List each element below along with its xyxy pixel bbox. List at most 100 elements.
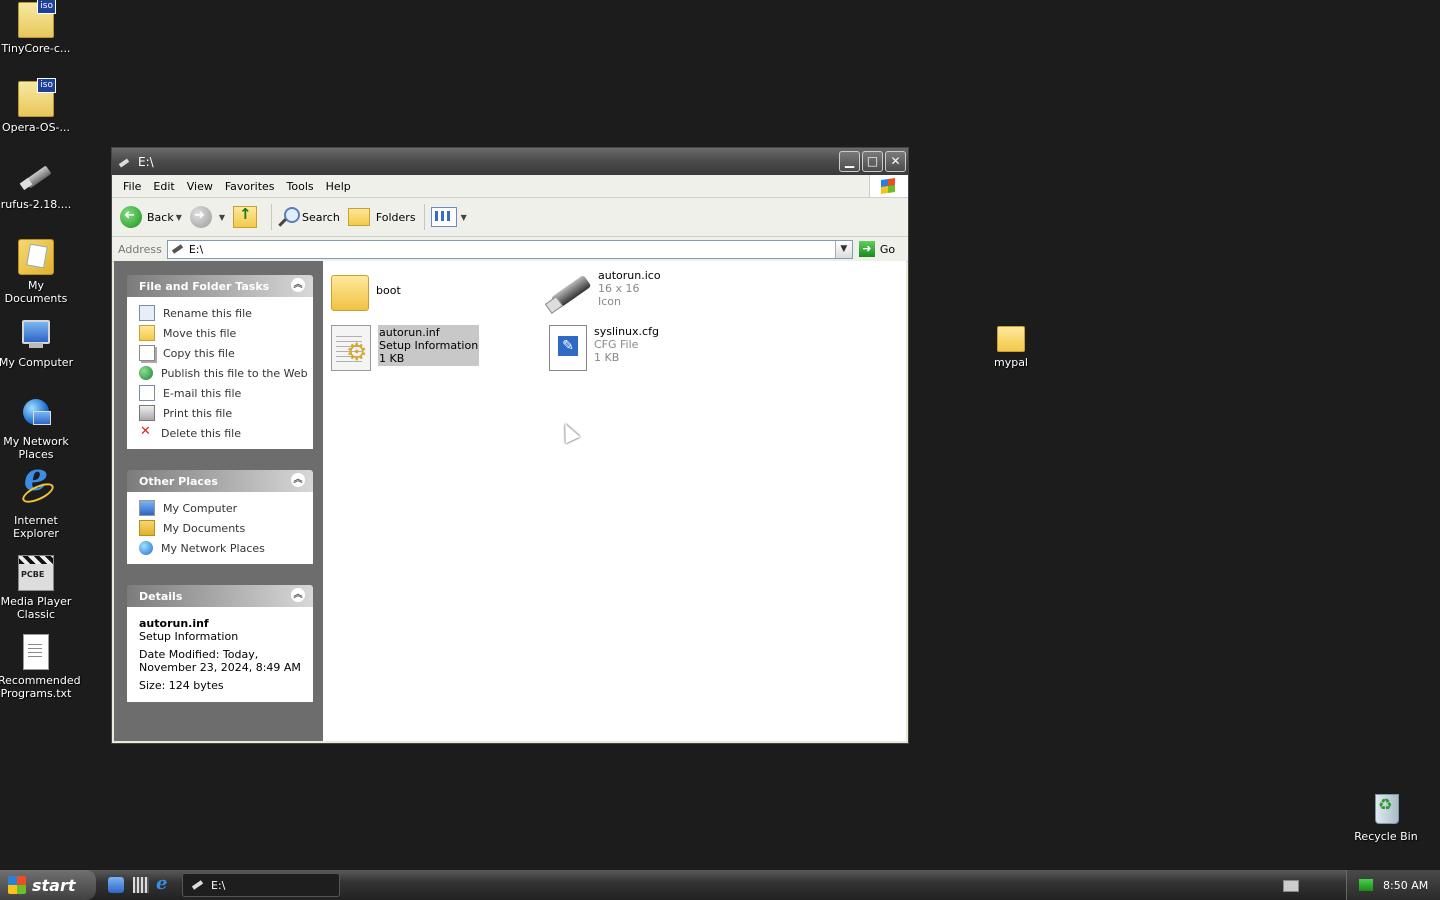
start-button[interactable]: start xyxy=(0,870,96,900)
iso-file-icon xyxy=(18,0,56,38)
folder-icon xyxy=(997,326,1025,352)
menu-file[interactable]: File xyxy=(117,180,147,193)
desktop-icon-media-player[interactable]: Media Player Classic xyxy=(0,555,74,621)
desktop-icon-label: My Documents xyxy=(4,279,68,305)
menu-help[interactable]: Help xyxy=(320,180,357,193)
task-label: E-mail this file xyxy=(163,386,242,400)
search-icon xyxy=(278,207,301,227)
media-player-icon[interactable] xyxy=(133,877,149,893)
place-my-documents[interactable]: My Documents xyxy=(139,518,313,538)
task-move[interactable]: Move this file xyxy=(139,323,313,343)
text-file-icon xyxy=(23,634,49,670)
usb-drive-icon xyxy=(547,269,591,313)
desktop-icon-network-places[interactable]: My Network Places xyxy=(0,397,74,461)
collapse-chevron-icon[interactable]: ︽ xyxy=(291,473,305,487)
other-places-header[interactable]: Other Places ︽ xyxy=(127,470,313,492)
place-label: My Computer xyxy=(163,501,238,515)
task-copy[interactable]: Copy this file xyxy=(139,343,313,363)
desktop-icon-label: Recycle Bin xyxy=(1354,830,1418,843)
file-list[interactable]: boot autorun.ico 16 x 16 Icon autorun.in… xyxy=(323,261,906,741)
desktop-icon-my-documents[interactable]: My Documents xyxy=(0,239,74,305)
minimize-button[interactable]: ▁ xyxy=(839,151,860,172)
desktop-icon-mypal[interactable]: mypal xyxy=(973,318,1049,369)
search-button[interactable]: Search xyxy=(278,207,340,227)
desktop-icon-tinycore[interactable]: TinyCore-c... xyxy=(0,0,74,55)
menu-tools[interactable]: Tools xyxy=(281,180,320,193)
clock[interactable]: 8:50 AM xyxy=(1383,879,1428,892)
address-input[interactable]: E:\ ▼ xyxy=(166,239,853,259)
dropdown-arrow-icon: ▼ xyxy=(460,212,467,222)
views-icon xyxy=(430,207,457,227)
desktop-icon-label: mypal xyxy=(993,356,1028,369)
task-email[interactable]: E-mail this file xyxy=(139,383,313,403)
file-dimensions: 16 x 16 xyxy=(598,282,640,295)
file-size: 1 KB xyxy=(379,352,405,365)
task-delete[interactable]: Delete this file xyxy=(139,423,313,443)
collapse-chevron-icon[interactable]: ︽ xyxy=(291,588,305,602)
desktop-icon-opera-os[interactable]: Opera-OS-... xyxy=(0,78,74,134)
views-button[interactable]: ▼ xyxy=(430,207,467,227)
task-print[interactable]: Print this file xyxy=(139,403,313,423)
place-network-places[interactable]: My Network Places xyxy=(139,538,313,558)
up-button[interactable] xyxy=(233,205,263,228)
desktop-icon-my-computer[interactable]: My Computer xyxy=(0,318,74,369)
forward-button[interactable]: ▼ xyxy=(189,206,225,228)
details-file-name: autorun.inf xyxy=(139,617,209,630)
desktop-icon-label: Recommended Programs.txt xyxy=(0,674,81,700)
folders-button[interactable]: Folders xyxy=(347,208,416,226)
dropdown-arrow-icon[interactable]: ▼ xyxy=(176,213,182,222)
show-desktop-icon[interactable] xyxy=(108,877,124,893)
task-rename[interactable]: Rename this file xyxy=(139,303,313,323)
back-arrow-icon xyxy=(120,206,142,228)
my-documents-icon xyxy=(139,520,155,536)
toolbar-separator xyxy=(423,204,425,230)
task-label: Delete this file xyxy=(161,426,241,440)
internet-explorer-icon[interactable]: e xyxy=(156,873,172,894)
keyboard-icon[interactable] xyxy=(1283,880,1299,892)
desktop-icon-recycle-bin[interactable]: Recycle Bin xyxy=(1348,792,1424,843)
desktop-icon-internet-explorer[interactable]: Internet Explorer xyxy=(0,470,74,540)
dropdown-arrow-icon[interactable]: ▼ xyxy=(219,213,225,222)
details-size: Size: 124 bytes xyxy=(139,679,224,692)
collapse-chevron-icon[interactable]: ︽ xyxy=(291,278,305,292)
file-item-syslinux-cfg[interactable]: syslinux.cfg CFG File 1 KB xyxy=(549,325,659,371)
maximize-button[interactable]: □ xyxy=(862,151,883,172)
menu-favorites[interactable]: Favorites xyxy=(219,180,281,193)
desktop-icon-recommended-programs[interactable]: Recommended Programs.txt xyxy=(0,634,81,700)
details-modified-line2: November 23, 2024, 8:49 AM xyxy=(139,661,301,674)
forward-arrow-icon xyxy=(189,206,212,228)
task-publish[interactable]: Publish this file to the Web xyxy=(139,363,313,383)
desktop-icon-label: rufus-2.18.... xyxy=(0,198,72,211)
toolbar-separator xyxy=(271,204,273,230)
internet-explorer-icon xyxy=(19,470,53,510)
explorer-window: E:\ ▁ □ ✕ File Edit View Favorites Tools… xyxy=(111,147,909,744)
window-titlebar[interactable]: E:\ ▁ □ ✕ xyxy=(112,148,908,175)
folder-up-icon xyxy=(233,205,258,228)
search-label: Search xyxy=(302,210,340,224)
publish-web-icon xyxy=(139,366,153,380)
go-button[interactable]: ➜ Go xyxy=(858,241,895,257)
file-item-autorun-inf[interactable]: autorun.inf Setup Information 1 KB xyxy=(331,325,480,371)
file-name: boot xyxy=(376,284,401,297)
file-item-autorun-ico[interactable]: autorun.ico 16 x 16 Icon xyxy=(547,269,661,313)
details-header[interactable]: Details ︽ xyxy=(127,585,313,607)
back-button[interactable]: Back ▼ xyxy=(120,206,182,228)
place-my-computer[interactable]: My Computer xyxy=(139,498,313,518)
file-tasks-header[interactable]: File and Folder Tasks ︽ xyxy=(127,275,313,297)
task-label: Rename this file xyxy=(163,306,252,320)
desktop-icon-label: Opera-OS-... xyxy=(1,121,71,134)
menu-edit[interactable]: Edit xyxy=(147,180,180,193)
task-label: Publish this file to the Web xyxy=(161,366,308,380)
desktop-icon-rufus[interactable]: rufus-2.18.... xyxy=(0,160,74,211)
details-panel: Details ︽ autorun.inf Setup Information … xyxy=(127,585,313,702)
close-button[interactable]: ✕ xyxy=(885,151,906,172)
menu-view[interactable]: View xyxy=(181,180,219,193)
recycle-bin-icon xyxy=(1369,792,1403,826)
go-arrow-icon: ➜ xyxy=(858,241,875,257)
setup-info-icon xyxy=(331,325,371,371)
taskbar-window-button[interactable]: E:\ xyxy=(182,873,340,897)
file-item-boot[interactable]: boot xyxy=(331,269,401,311)
network-tray-icon[interactable] xyxy=(1359,879,1373,891)
address-dropdown-button[interactable]: ▼ xyxy=(834,240,852,258)
my-documents-icon xyxy=(18,239,54,275)
